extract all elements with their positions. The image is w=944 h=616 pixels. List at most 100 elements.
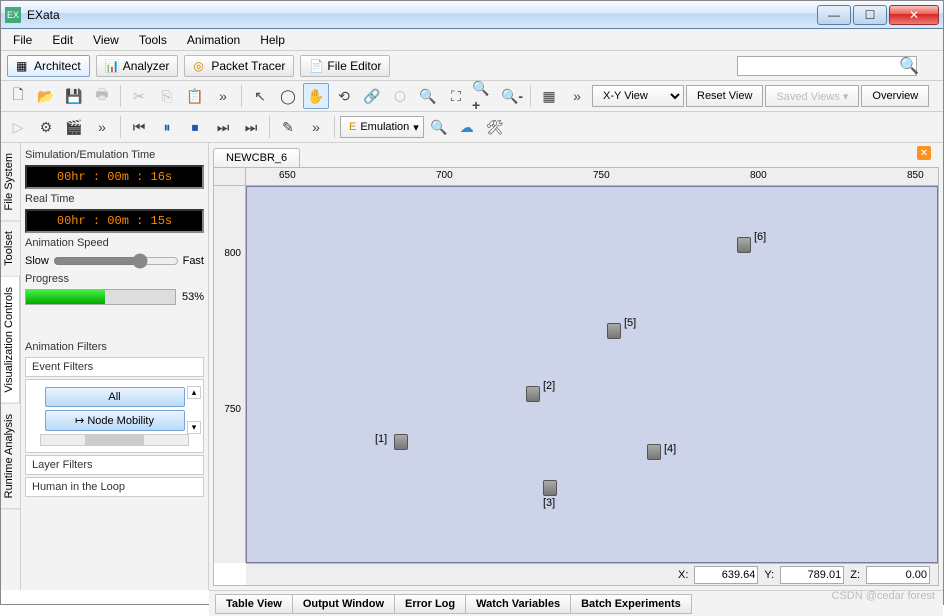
filter-vscroll[interactable]: ▴▾ (187, 386, 201, 434)
canvas[interactable]: 650 700 750 800 850 800 750 (213, 167, 939, 586)
menu-file[interactable]: File (3, 31, 42, 49)
pointer-icon[interactable]: ↖ (247, 83, 273, 109)
grid-icon[interactable]: ▦ (536, 83, 562, 109)
menu-help[interactable]: Help (250, 31, 295, 49)
vtab-file-system[interactable]: File System (1, 143, 20, 221)
tools-icon[interactable]: 🛠 (482, 114, 508, 140)
edit-icon[interactable]: ✎ (275, 114, 301, 140)
tab-table-view[interactable]: Table View (215, 594, 293, 614)
node-3[interactable] (543, 480, 557, 496)
tab-output-window[interactable]: Output Window (292, 594, 395, 614)
more-icon[interactable]: » (210, 83, 236, 109)
vtab-toolset[interactable]: Toolset (1, 221, 20, 277)
cloud-icon[interactable]: ☁ (454, 114, 480, 140)
minimize-button[interactable]: — (817, 5, 851, 25)
node-5[interactable] (607, 323, 621, 339)
zoom-out-icon[interactable]: 🔍- (499, 83, 525, 109)
paste-icon[interactable]: 📋 (182, 83, 208, 109)
link-icon[interactable]: 🔗 (359, 83, 385, 109)
vtab-visualization-controls[interactable]: Visualization Controls (1, 277, 20, 404)
tab-close-icon[interactable]: ✕ (917, 146, 931, 160)
more2-icon[interactable]: » (564, 83, 590, 109)
search-box[interactable]: 🔍 (737, 55, 937, 76)
pan-icon[interactable]: ✋ (303, 83, 329, 109)
lasso-icon[interactable]: ◯ (275, 83, 301, 109)
node-4[interactable] (647, 444, 661, 460)
save-icon[interactable]: 💾 (61, 83, 87, 109)
left-panel: Simulation/Emulation Time 00hr : 00m : 1… (21, 143, 209, 590)
node-3-label: [3] (543, 497, 555, 509)
rotate-icon[interactable]: ⟲ (331, 83, 357, 109)
menu-edit[interactable]: Edit (42, 31, 83, 49)
record-icon[interactable]: 🎬 (61, 114, 87, 140)
event-filters-header[interactable]: Event Filters (25, 357, 204, 377)
tab-watch-variables[interactable]: Watch Variables (465, 594, 571, 614)
filter-all-button[interactable]: All (45, 387, 185, 407)
animation-toolbar: ▷ ⚙ 🎬 » ⏮ ⏸ ⏹ ⏭ ⏭ ✎ » EEmulation▾ 🔍 ☁ 🛠 (1, 112, 943, 143)
cut-icon[interactable]: ✂ (126, 83, 152, 109)
view-select[interactable]: X-Y View (592, 85, 684, 107)
main-toolbar: 🗋 📂 💾 🖶 ✂ ⎘ 📋 » ↖ ◯ ✋ ⟲ 🔗 ⬡ 🔍 ⛶ 🔍+ 🔍- ▦ … (1, 81, 943, 112)
tab-error-log[interactable]: Error Log (394, 594, 466, 614)
maximize-button[interactable]: ☐ (853, 5, 887, 25)
speed-slider[interactable] (53, 253, 179, 269)
progress-bar (25, 289, 176, 305)
new-icon[interactable]: 🗋 (5, 83, 31, 109)
skip-fwd-icon[interactable]: ⏭ (238, 114, 264, 140)
zoom-area-icon[interactable]: ⛶ (443, 83, 469, 109)
more4-icon[interactable]: » (303, 114, 329, 140)
node-6[interactable] (737, 237, 751, 253)
more3-icon[interactable]: » (89, 114, 115, 140)
menu-view[interactable]: View (83, 31, 129, 49)
mode-packet-tracer[interactable]: ◎Packet Tracer (184, 55, 294, 77)
run-icon[interactable]: ▷ (5, 114, 31, 140)
stop-icon[interactable]: ⏹ (182, 114, 208, 140)
skip-back-icon[interactable]: ⏮ (126, 114, 152, 140)
gear-icon[interactable]: ⚙ (33, 114, 59, 140)
y-value[interactable] (780, 566, 844, 584)
plot-area[interactable]: [1] [2] [3] [4] [5] [6] (246, 186, 938, 563)
node-2[interactable] (526, 386, 540, 402)
tab-batch-experiments[interactable]: Batch Experiments (570, 594, 692, 614)
zoom-in-icon[interactable]: 🔍+ (471, 83, 497, 109)
z-label: Z: (850, 569, 860, 581)
reset-view-button[interactable]: Reset View (686, 85, 763, 107)
mode-architect[interactable]: ▦Architect (7, 55, 90, 77)
x-label: X: (678, 569, 688, 581)
search-input[interactable] (737, 56, 917, 76)
layer-filters-header[interactable]: Layer Filters (25, 455, 204, 475)
node-icon[interactable]: ⬡ (387, 83, 413, 109)
vtab-runtime-analysis[interactable]: Runtime Analysis (1, 404, 20, 509)
saved-views-button[interactable]: Saved Views ▾ (765, 85, 859, 107)
filter-scrollbar[interactable] (40, 434, 189, 446)
fast-label: Fast (183, 255, 204, 267)
open-icon[interactable]: 📂 (33, 83, 59, 109)
sim-time-label: Simulation/Emulation Time (25, 147, 204, 163)
zoom-icon[interactable]: 🔍 (415, 83, 441, 109)
print-icon[interactable]: 🖶 (89, 83, 115, 109)
x-value[interactable] (694, 566, 758, 584)
search-icon: 🔍 (899, 58, 919, 75)
zoom-red-icon[interactable]: 🔍 (426, 114, 452, 140)
mode-file-editor[interactable]: 📄File Editor (300, 55, 390, 77)
slow-label: Slow (25, 255, 49, 267)
node-1[interactable] (394, 434, 408, 450)
human-loop-header[interactable]: Human in the Loop (25, 477, 204, 497)
copy-icon[interactable]: ⎘ (154, 83, 180, 109)
menu-animation[interactable]: Animation (177, 31, 250, 49)
emulation-select[interactable]: EEmulation▾ (340, 116, 424, 138)
close-button[interactable]: ✕ (889, 5, 939, 25)
mode-analyzer[interactable]: 📊Analyzer (96, 55, 179, 77)
animation-filters-label: Animation Filters (25, 339, 204, 355)
pause-icon[interactable]: ⏸ (154, 114, 180, 140)
file-editor-icon: 📄 (309, 59, 323, 73)
step-icon[interactable]: ⏭ (210, 114, 236, 140)
overview-button[interactable]: Overview (861, 85, 929, 107)
ruler-corner (214, 168, 246, 186)
scenario-tab[interactable]: NEWCBR_6 (213, 148, 300, 167)
filter-mobility-button[interactable]: ↦ Node Mobility (45, 410, 185, 431)
progress-label: Progress (25, 271, 204, 287)
window-title: EXata (27, 8, 817, 22)
menu-tools[interactable]: Tools (129, 31, 177, 49)
z-value[interactable] (866, 566, 930, 584)
